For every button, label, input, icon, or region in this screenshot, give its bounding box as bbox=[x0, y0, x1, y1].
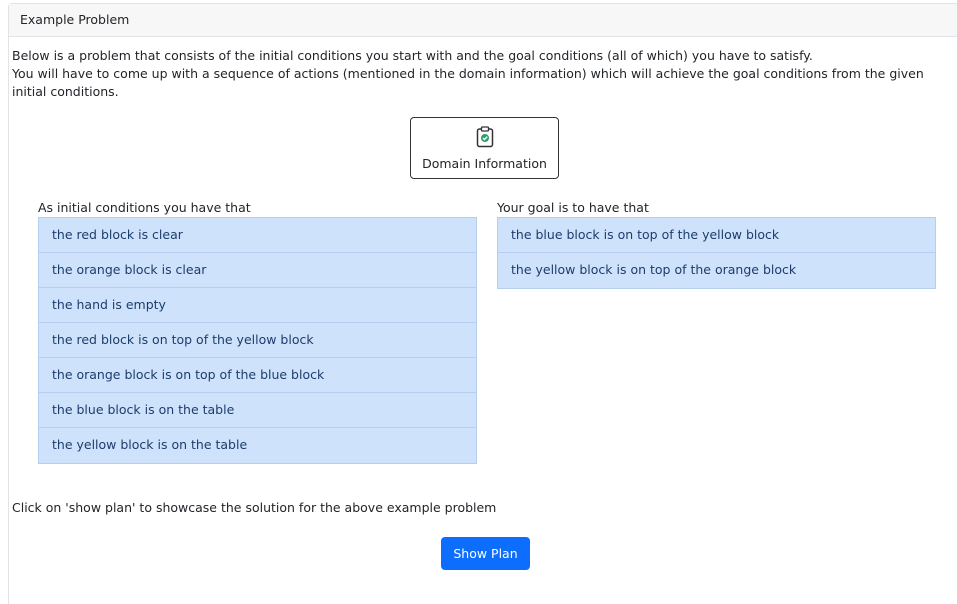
initial-condition-item: the orange block is clear bbox=[39, 253, 476, 288]
problem-description: Below is a problem that consists of the … bbox=[12, 47, 937, 101]
initial-conditions-list: the red block is clear the orange block … bbox=[38, 217, 477, 464]
initial-condition-item: the orange block is on top of the blue b… bbox=[39, 358, 476, 393]
initial-condition-item: the red block is clear bbox=[39, 218, 476, 253]
goal-conditions-title: Your goal is to have that bbox=[497, 200, 649, 215]
domain-information-button[interactable]: Domain Information bbox=[410, 117, 559, 179]
initial-condition-item: the blue block is on the table bbox=[39, 393, 476, 428]
description-line-1: Below is a problem that consists of the … bbox=[12, 48, 813, 63]
goal-conditions-list: the blue block is on top of the yellow b… bbox=[497, 217, 936, 289]
show-plan-button[interactable]: Show Plan bbox=[441, 537, 530, 570]
initial-condition-item: the hand is empty bbox=[39, 288, 476, 323]
domain-information-label: Domain Information bbox=[422, 155, 547, 171]
initial-conditions-title: As initial conditions you have that bbox=[38, 200, 251, 215]
clipboard-check-icon bbox=[476, 125, 494, 152]
show-plan-hint: Click on 'show plan' to showcase the sol… bbox=[12, 500, 497, 515]
initial-condition-item: the red block is on top of the yellow bl… bbox=[39, 323, 476, 358]
initial-condition-item: the yellow block is on the table bbox=[39, 428, 476, 463]
card-header: Example Problem bbox=[9, 4, 957, 37]
description-line-2: You will have to come up with a sequence… bbox=[12, 66, 924, 99]
goal-condition-item: the yellow block is on top of the orange… bbox=[498, 253, 935, 288]
goal-condition-item: the blue block is on top of the yellow b… bbox=[498, 218, 935, 253]
